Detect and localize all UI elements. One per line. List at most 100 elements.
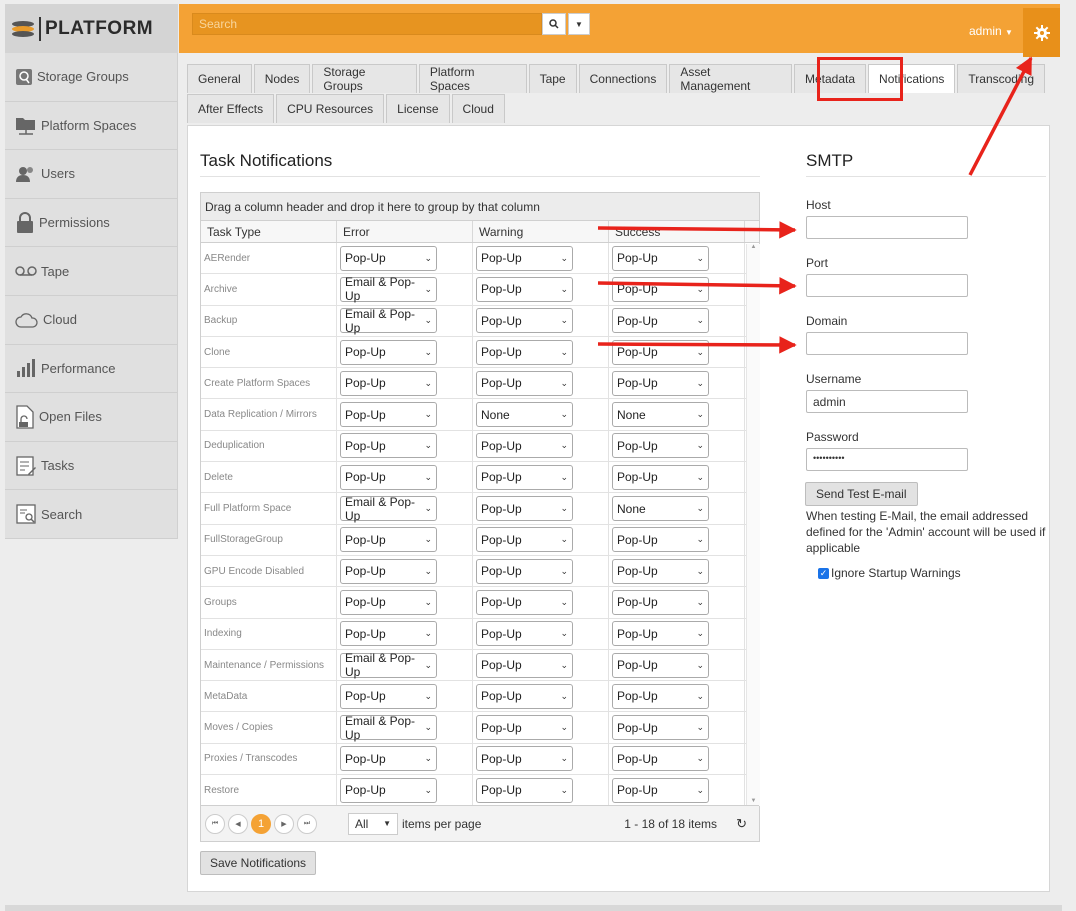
group-drop-area[interactable]: Drag a column header and drop it here to…: [201, 193, 759, 221]
sidebar-item-tasks[interactable]: Tasks: [5, 442, 177, 491]
error-notification-select[interactable]: Pop-Up ⌄: [340, 339, 437, 365]
warning-notification-select[interactable]: Pop-Up ⌄: [476, 370, 573, 396]
success-notification-select[interactable]: Pop-Up ⌄: [612, 589, 709, 615]
warning-notification-select[interactable]: Pop-Up ⌄: [476, 496, 573, 522]
app-logo[interactable]: PLATFORM: [5, 4, 178, 53]
success-notification-select[interactable]: Pop-Up ⌄: [612, 370, 709, 396]
warning-notification-select[interactable]: Pop-Up ⌄: [476, 464, 573, 490]
warning-notification-select[interactable]: Pop-Up ⌄: [476, 433, 573, 459]
success-notification-select[interactable]: None ⌄: [612, 496, 709, 522]
error-notification-select[interactable]: Pop-Up ⌄: [340, 683, 437, 709]
success-notification-select[interactable]: Pop-Up ⌄: [612, 621, 709, 647]
warning-notification-select[interactable]: Pop-Up ⌄: [476, 589, 573, 615]
column-header-task-type[interactable]: Task Type: [201, 221, 337, 242]
error-notification-select[interactable]: Email & Pop-Up ⌄: [340, 495, 437, 523]
tab-cpu-resources[interactable]: CPU Resources: [276, 94, 385, 123]
warning-notification-select[interactable]: Pop-Up ⌄: [476, 621, 573, 647]
success-notification-select[interactable]: Pop-Up ⌄: [612, 777, 709, 803]
sidebar-item-platform-spaces[interactable]: Platform Spaces: [5, 102, 177, 151]
error-notification-select[interactable]: Pop-Up ⌄: [340, 777, 437, 803]
success-notification-select[interactable]: Pop-Up ⌄: [612, 527, 709, 553]
error-notification-select[interactable]: Email & Pop-Up ⌄: [340, 714, 437, 742]
last-page-button[interactable]: ⏭: [297, 813, 317, 834]
warning-notification-select[interactable]: Pop-Up ⌄: [476, 308, 573, 334]
warning-notification-select[interactable]: Pop-Up ⌄: [476, 683, 573, 709]
error-notification-select[interactable]: Pop-Up ⌄: [340, 402, 437, 428]
error-notification-select[interactable]: Pop-Up ⌄: [340, 746, 437, 772]
tab-asset-management[interactable]: Asset Management: [669, 64, 792, 93]
tab-nodes[interactable]: Nodes: [253, 64, 311, 93]
success-notification-select[interactable]: Pop-Up ⌄: [612, 464, 709, 490]
sidebar-item-storage-groups[interactable]: Storage Groups: [5, 53, 177, 102]
username-input[interactable]: admin: [806, 390, 968, 413]
refresh-icon[interactable]: ↻: [736, 816, 747, 832]
success-notification-select[interactable]: Pop-Up ⌄: [612, 339, 709, 365]
password-input[interactable]: ••••••••••: [806, 448, 968, 471]
tab-license[interactable]: License: [386, 94, 450, 123]
success-notification-select[interactable]: Pop-Up ⌄: [612, 652, 709, 678]
error-notification-select[interactable]: Pop-Up ⌄: [340, 621, 437, 647]
per-page-select[interactable]: All ▼: [348, 812, 398, 835]
error-notification-select[interactable]: Email & Pop-Up ⌄: [340, 307, 437, 335]
sidebar-item-performance[interactable]: Performance: [5, 345, 177, 394]
warning-notification-select[interactable]: Pop-Up ⌄: [476, 339, 573, 365]
search-input[interactable]: [192, 13, 542, 35]
error-notification-select[interactable]: Pop-Up ⌄: [340, 245, 437, 271]
tab-tape[interactable]: Tape: [528, 64, 577, 93]
error-notification-select[interactable]: Email & Pop-Up ⌄: [340, 651, 437, 679]
tab-connections[interactable]: Connections: [578, 64, 668, 93]
sidebar-item-users[interactable]: Users: [5, 150, 177, 199]
error-notification-select[interactable]: Pop-Up ⌄: [340, 589, 437, 615]
column-header-success[interactable]: Success: [609, 221, 745, 242]
ignore-startup-warnings[interactable]: ✓ Ignore Startup Warnings: [818, 566, 961, 580]
error-notification-select[interactable]: Pop-Up ⌄: [340, 464, 437, 490]
port-input[interactable]: [806, 274, 968, 297]
tab-cloud[interactable]: Cloud: [451, 94, 505, 123]
warning-notification-select[interactable]: Pop-Up ⌄: [476, 558, 573, 584]
sidebar-item-permissions[interactable]: Permissions: [5, 199, 177, 248]
save-notifications-button[interactable]: Save Notifications: [200, 851, 317, 875]
tab-after-effects[interactable]: After Effects: [187, 94, 275, 123]
warning-notification-select[interactable]: Pop-Up ⌄: [476, 245, 573, 271]
error-notification-select[interactable]: Email & Pop-Up ⌄: [340, 275, 437, 303]
success-notification-select[interactable]: Pop-Up ⌄: [612, 276, 709, 302]
success-notification-select[interactable]: Pop-Up ⌄: [612, 558, 709, 584]
warning-notification-select[interactable]: Pop-Up ⌄: [476, 715, 573, 741]
success-notification-select[interactable]: Pop-Up ⌄: [612, 715, 709, 741]
checkbox-checked-icon[interactable]: ✓: [818, 567, 829, 579]
error-notification-select[interactable]: Pop-Up ⌄: [340, 558, 437, 584]
sidebar-item-open-files[interactable]: Open Files: [5, 393, 177, 442]
sidebar-item-tape[interactable]: Tape: [5, 247, 177, 296]
warning-notification-select[interactable]: Pop-Up ⌄: [476, 652, 573, 678]
success-notification-select[interactable]: Pop-Up ⌄: [612, 746, 709, 772]
next-page-button[interactable]: ▶: [274, 813, 294, 834]
settings-button[interactable]: [1023, 8, 1060, 57]
user-menu[interactable]: admin ▼: [969, 24, 1013, 38]
warning-notification-select[interactable]: Pop-Up ⌄: [476, 746, 573, 772]
tab-general[interactable]: General: [187, 64, 252, 93]
current-page[interactable]: 1: [251, 813, 271, 834]
success-notification-select[interactable]: Pop-Up ⌄: [612, 308, 709, 334]
sidebar-item-search[interactable]: Search: [5, 490, 177, 539]
send-test-email-button[interactable]: Send Test E-mail: [805, 482, 918, 506]
tab-transcoding[interactable]: Transcoding: [957, 64, 1045, 93]
grid-scrollbar[interactable]: ▲ ▼: [746, 244, 760, 806]
warning-notification-select[interactable]: Pop-Up ⌄: [476, 777, 573, 803]
error-notification-select[interactable]: Pop-Up ⌄: [340, 370, 437, 396]
first-page-button[interactable]: ⏮: [205, 813, 225, 834]
host-input[interactable]: [806, 216, 968, 239]
success-notification-select[interactable]: Pop-Up ⌄: [612, 433, 709, 459]
error-notification-select[interactable]: Pop-Up ⌄: [340, 433, 437, 459]
success-notification-select[interactable]: None ⌄: [612, 402, 709, 428]
tab-platform-spaces[interactable]: Platform Spaces: [418, 64, 527, 93]
domain-input[interactable]: [806, 332, 968, 355]
error-notification-select[interactable]: Pop-Up ⌄: [340, 527, 437, 553]
column-header-warning[interactable]: Warning: [473, 221, 609, 242]
warning-notification-select[interactable]: Pop-Up ⌄: [476, 527, 573, 553]
search-button[interactable]: [542, 13, 566, 35]
warning-notification-select[interactable]: Pop-Up ⌄: [476, 276, 573, 302]
success-notification-select[interactable]: Pop-Up ⌄: [612, 683, 709, 709]
sidebar-item-cloud[interactable]: Cloud: [5, 296, 177, 345]
success-notification-select[interactable]: Pop-Up ⌄: [612, 245, 709, 271]
prev-page-button[interactable]: ◀: [228, 813, 248, 834]
